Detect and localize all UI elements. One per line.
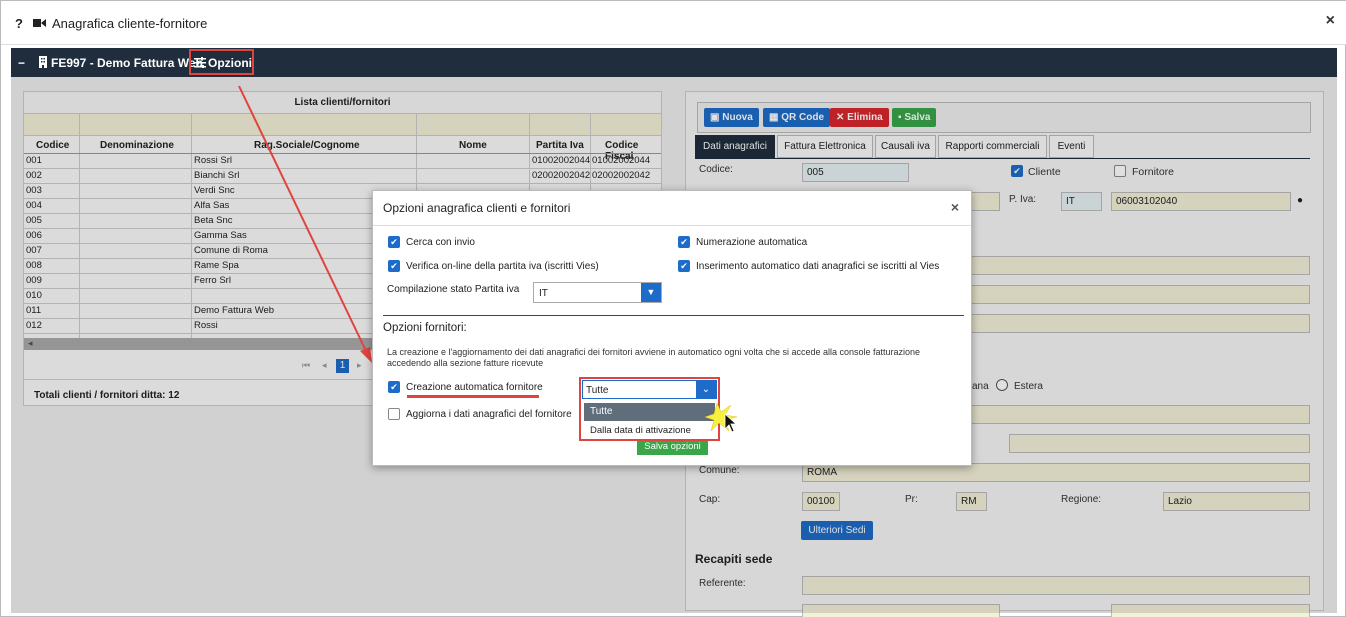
dialog-close-icon[interactable]: × [951, 199, 959, 215]
dialog-title: Opzioni anagrafica clienti e fornitori [383, 201, 571, 215]
highlight-underline [407, 395, 539, 398]
chevron-down-icon[interactable]: ⌄ [696, 381, 716, 398]
numerazione-checkbox[interactable]: ✔ [678, 236, 690, 248]
cerca-invio-label: Cerca con invio [406, 237, 475, 248]
aggiorna-label: Aggiorna i dati anagrafici del fornitore [406, 409, 572, 420]
creazione-select[interactable]: Tutte ⌄ [582, 380, 717, 399]
options-dialog: Opzioni anagrafica clienti e fornitori ×… [372, 190, 972, 466]
section-divider [383, 315, 964, 316]
compilazione-select[interactable]: IT ▼ [533, 282, 662, 303]
caret-down-icon[interactable]: ▼ [641, 283, 661, 302]
compilazione-label: Compilazione stato Partita iva [387, 284, 520, 295]
verifica-piva-label: Verifica on-line della partita iva (iscr… [406, 261, 599, 272]
option-tutte[interactable]: Tutte [584, 403, 715, 421]
aggiorna-checkbox[interactable] [388, 408, 400, 420]
creazione-fornitore-checkbox[interactable]: ✔ [388, 381, 400, 393]
creazione-select-highlight: Tutte ⌄ Tutte Dalla data di attivazione [579, 377, 720, 441]
inserimento-checkbox[interactable]: ✔ [678, 260, 690, 272]
cerca-invio-checkbox[interactable]: ✔ [388, 236, 400, 248]
fornitori-heading: Opzioni fornitori: [383, 322, 467, 334]
divider [373, 225, 971, 226]
creazione-fornitore-label: Creazione automatica fornitore [406, 382, 543, 393]
numerazione-label: Numerazione automatica [696, 237, 808, 248]
app-window: ? Anagrafica cliente-fornitore × − FE997… [0, 0, 1346, 617]
option-dalla-data[interactable]: Dalla data di attivazione [584, 422, 715, 439]
creazione-value: Tutte [586, 385, 609, 396]
verifica-piva-checkbox[interactable]: ✔ [388, 260, 400, 272]
mouse-cursor-icon [705, 402, 738, 433]
fornitori-description: La creazione e l'aggiornamento dei dati … [387, 347, 921, 368]
save-options-button[interactable]: Salva opzioni [637, 439, 708, 455]
compilazione-value: IT [539, 288, 548, 299]
inserimento-label: Inserimento automatico dati anagrafici s… [696, 261, 940, 272]
